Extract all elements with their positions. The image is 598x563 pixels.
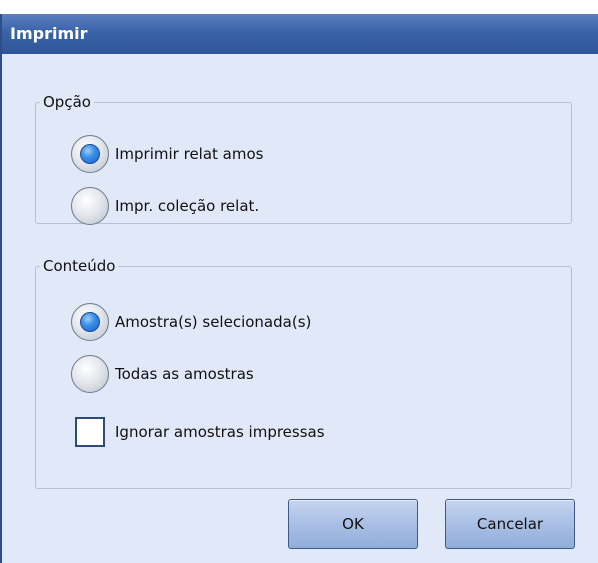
checkbox-ignore-printed-samples[interactable]: Ignorar amostras impressas bbox=[75, 417, 325, 447]
print-dialog: Imprimir Opção Imprimir relat amos Impr.… bbox=[0, 14, 598, 563]
radio-print-report-collection[interactable]: Impr. coleção relat. bbox=[71, 187, 259, 225]
dialog-title: Imprimir bbox=[2, 14, 598, 54]
cancel-button[interactable]: Cancelar bbox=[445, 499, 575, 549]
radio-button-checked[interactable] bbox=[71, 135, 109, 173]
radio-button-checked[interactable] bbox=[71, 303, 109, 341]
radio-label: Impr. coleção relat. bbox=[115, 197, 260, 215]
checkbox[interactable] bbox=[75, 417, 105, 447]
option-group-legend: Opção bbox=[43, 93, 91, 111]
radio-selected-samples[interactable]: Amostra(s) selecionada(s) bbox=[71, 303, 311, 341]
checkbox-label: Ignorar amostras impressas bbox=[115, 423, 325, 441]
content-group-legend: Conteúdo bbox=[43, 257, 116, 275]
radio-all-samples[interactable]: Todas as amostras bbox=[71, 355, 254, 393]
radio-label: Amostra(s) selecionada(s) bbox=[115, 313, 312, 331]
radio-print-sample-report[interactable]: Imprimir relat amos bbox=[71, 135, 263, 173]
ok-button[interactable]: OK bbox=[288, 499, 418, 549]
radio-label: Imprimir relat amos bbox=[115, 145, 264, 163]
radio-label: Todas as amostras bbox=[115, 365, 254, 383]
radio-button[interactable] bbox=[71, 355, 109, 393]
radio-button[interactable] bbox=[71, 187, 109, 225]
